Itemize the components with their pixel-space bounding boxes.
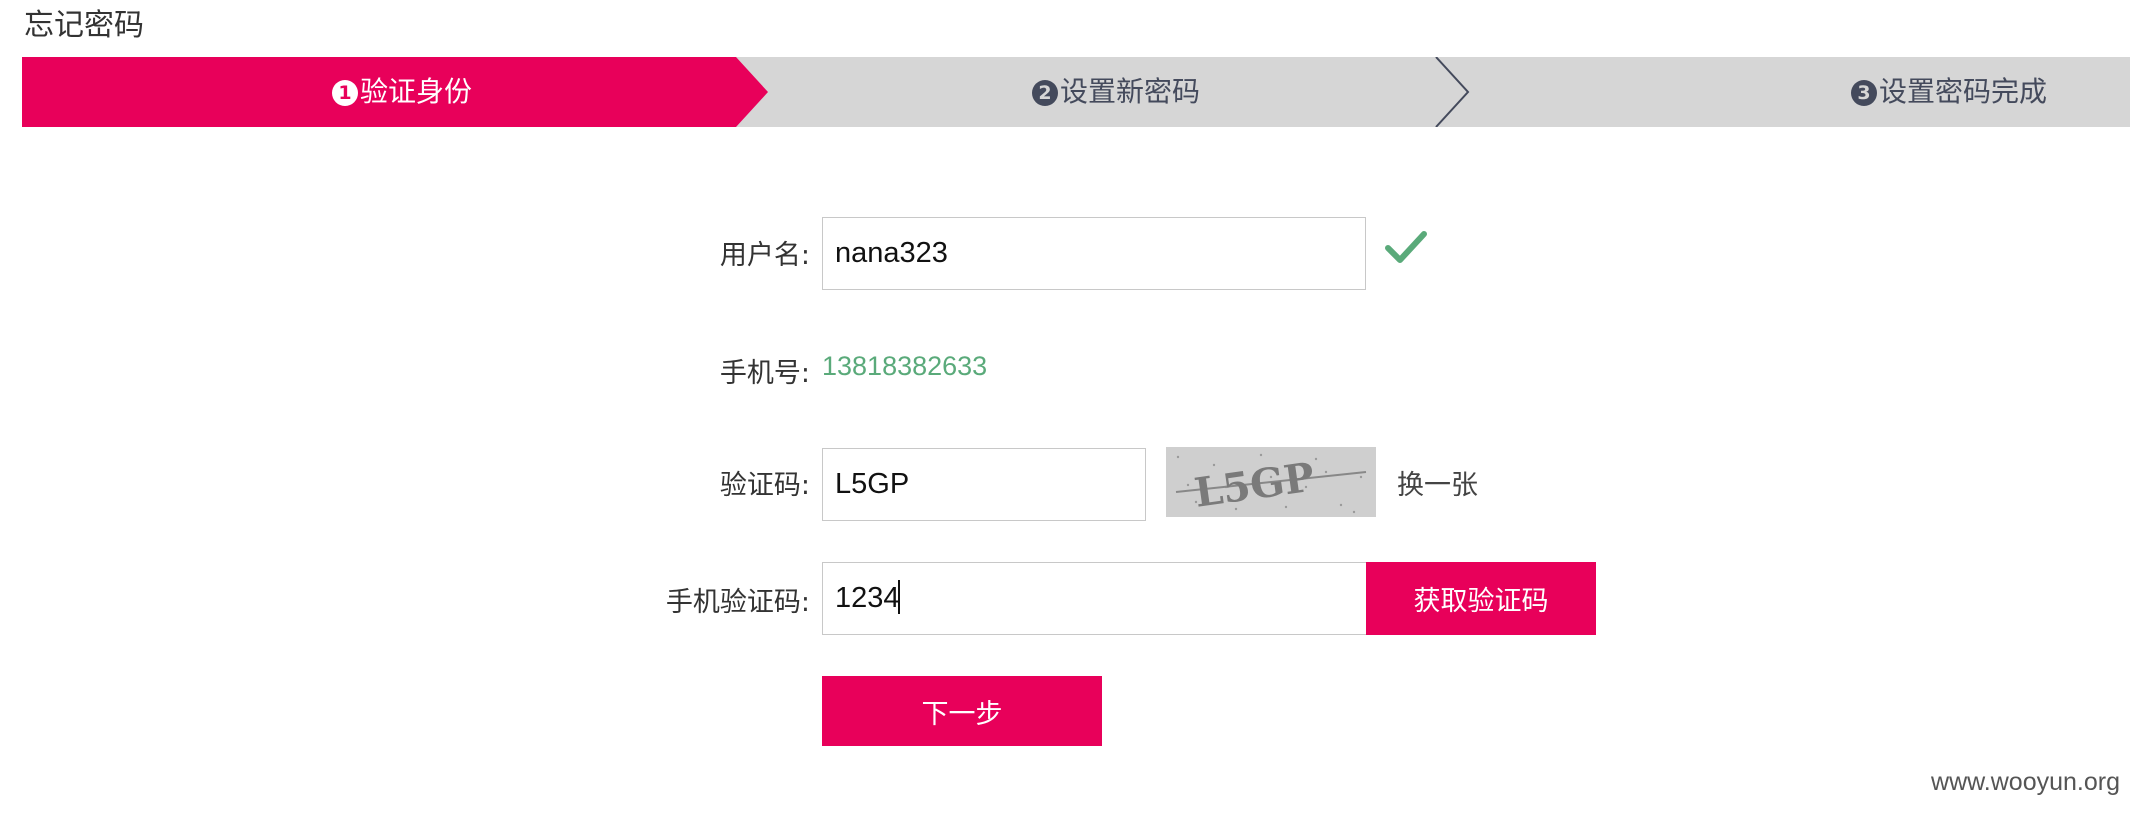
step-1: 1 验证身份: [332, 57, 472, 127]
step-2: 2 设置新密码: [1032, 57, 1200, 127]
phone-label: 手机号:: [719, 358, 810, 389]
forgot-password-page: 忘记密码 1验证身份 2设置新密码 3设置密码完成 用户名: 手机号: 1381…: [0, 0, 2130, 814]
step-2-number: 2: [1032, 80, 1058, 106]
step-2-label: 设置新密码: [1060, 75, 1201, 108]
next-step-button[interactable]: 下一步: [822, 676, 1102, 746]
step-3: 3 设置密码完成: [1851, 57, 2047, 127]
step-3-label: 设置密码完成: [1879, 75, 2048, 108]
refresh-captcha-link[interactable]: 换一张: [1397, 463, 1478, 502]
username-input[interactable]: [822, 217, 1366, 290]
captcha-input[interactable]: [822, 448, 1146, 521]
step-progress-bar: 1 验证身份 2 设置新密码 3 设置密码完成: [22, 57, 2130, 127]
sms-code-input[interactable]: [822, 562, 1367, 635]
check-icon: [1385, 231, 1427, 263]
step-1-label: 验证身份: [360, 75, 473, 108]
sms-code-label: 手机验证码:: [665, 587, 810, 618]
step-3-number: 3: [1851, 80, 1877, 106]
username-label: 用户名:: [719, 240, 810, 271]
watermark: www.wooyun.org: [1931, 768, 2120, 796]
text-caret: [898, 580, 900, 614]
captcha-image[interactable]: L5GP: [1166, 447, 1376, 517]
phone-number: 13818382633: [822, 351, 988, 381]
captcha-label: 验证码:: [719, 470, 810, 501]
step-1-number: 1: [332, 80, 358, 106]
captcha-graphic: L5GP: [1166, 447, 1376, 517]
page-title: 忘记密码: [24, 8, 144, 43]
get-sms-code-button[interactable]: 获取验证码: [1366, 562, 1596, 635]
